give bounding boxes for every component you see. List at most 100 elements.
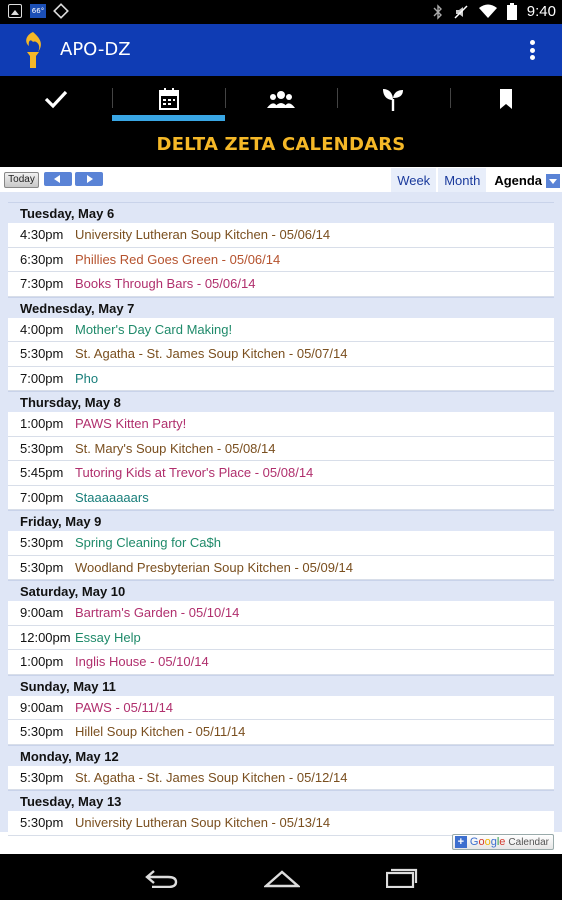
status-bar: 66° 9:40 (0, 0, 562, 24)
tab-bookmarks[interactable] (449, 76, 562, 121)
event-row[interactable]: 1:00pm PAWS Kitten Party! (8, 412, 554, 437)
home-icon[interactable] (264, 868, 300, 888)
event-time: 5:30pm (20, 815, 64, 831)
event-row[interactable]: 5:30pm Hillel Soup Kitchen - 05/11/14 (8, 720, 554, 745)
event-row[interactable]: 4:00pm Mother's Day Card Making! (8, 317, 554, 342)
event-row[interactable]: 12:00pm Essay Help (8, 625, 554, 650)
event-title[interactable]: Hillel Soup Kitchen - 05/11/14 (75, 724, 245, 739)
event-title[interactable]: St. Agatha - St. James Soup Kitchen - 05… (75, 346, 347, 361)
calendar-content: Today Week Month Agenda Tuesday, May 6 4:… (0, 167, 562, 854)
event-row[interactable]: 9:00am Bartram's Garden - 05/10/14 (8, 601, 554, 626)
tab-members[interactable] (224, 76, 337, 121)
sprout-icon (383, 88, 404, 111)
event-title[interactable]: Phillies Red Goes Green - 05/06/14 (75, 252, 280, 267)
bookmark-icon (499, 88, 512, 109)
event-title[interactable]: St. Mary's Soup Kitchen - 05/08/14 (75, 441, 275, 456)
weather-notification-icon: 66° (30, 4, 46, 18)
event-title[interactable]: Pho (75, 371, 98, 386)
event-title[interactable]: Essay Help (75, 630, 141, 645)
bluetooth-icon (433, 3, 442, 20)
tab-service[interactable] (337, 76, 449, 121)
agenda-inner: Tuesday, May 6 4:30pm University Lutheran … (8, 202, 554, 836)
tab-week[interactable]: Week (391, 168, 437, 192)
event-title[interactable]: University Lutheran Soup Kitchen - 05/06… (75, 227, 330, 242)
calendar-toolbar: Today Week Month Agenda (0, 167, 562, 192)
event-row[interactable]: 7:30pm Books Through Bars - 05/06/14 (8, 272, 554, 297)
event-row[interactable]: 5:30pm St. Agatha - St. James Soup Kitche… (8, 342, 554, 367)
mute-icon (454, 4, 468, 19)
event-time: 7:00pm (20, 370, 64, 386)
event-time: 4:30pm (20, 227, 64, 243)
event-row[interactable]: 5:30pm St. Mary's Soup Kitchen - 05/08/14 (8, 436, 554, 461)
day-header: Thursday, May 8 (8, 391, 554, 412)
event-title[interactable]: Inglis House - 05/10/14 (75, 654, 209, 669)
event-time: 5:30pm (20, 769, 64, 785)
tab-tasks[interactable] (0, 76, 112, 121)
event-row[interactable]: 9:00am PAWS - 05/11/14 (8, 695, 554, 720)
event-row[interactable]: 5:30pm Spring Cleaning for Ca$h (8, 531, 554, 556)
event-time: 9:00am (20, 699, 64, 715)
tab-agenda[interactable]: Agenda (488, 168, 562, 192)
previous-button[interactable] (44, 172, 72, 186)
navigation-bar (0, 854, 562, 900)
back-icon[interactable] (144, 868, 178, 888)
battery-icon (506, 3, 517, 20)
agenda-list: Tuesday, May 6 4:30pm University Lutheran … (0, 192, 562, 836)
event-title[interactable]: Mother's Day Card Making! (75, 322, 232, 337)
torch-logo-icon[interactable] (20, 30, 46, 70)
day-header: Sunday, May 11 (8, 674, 554, 696)
event-title[interactable]: Bartram's Garden - 05/10/14 (75, 605, 239, 620)
event-row[interactable]: 5:45pm Tutoring Kids at Trevor's Place - … (8, 461, 554, 486)
add-to-google-calendar-button[interactable]: + Google Calendar (451, 834, 554, 850)
app-notification-icon (53, 3, 69, 19)
event-row[interactable]: 4:30pm University Lutheran Soup Kitchen -… (8, 223, 554, 248)
event-row[interactable]: 5:30pm University Lutheran Soup Kitchen -… (8, 811, 554, 836)
day-header: Tuesday, May 13 (8, 790, 554, 811)
wifi-icon (478, 4, 497, 18)
tab-calendar[interactable] (112, 76, 226, 121)
event-time: 7:30pm (20, 276, 64, 292)
event-row[interactable]: 1:00pm Inglis House - 05/10/14 (8, 650, 554, 675)
event-title[interactable]: Books Through Bars - 05/06/14 (75, 276, 255, 291)
image-notification-icon (8, 4, 22, 18)
overflow-menu-icon[interactable] (530, 40, 536, 60)
event-row[interactable]: 7:00pm Staaaaaaars (8, 485, 554, 510)
event-title[interactable]: University Lutheran Soup Kitchen - 05/13… (75, 815, 330, 830)
event-title[interactable]: Tutoring Kids at Trevor's Place - 05/08/… (75, 465, 313, 480)
day-header: Saturday, May 10 (8, 580, 554, 601)
event-row[interactable]: 7:00pm Pho (8, 366, 554, 391)
event-time: 5:30pm (20, 346, 64, 362)
event-title[interactable]: PAWS - 05/11/14 (75, 700, 173, 715)
event-row[interactable]: 5:30pm Woodland Presbyterian Soup Kitchen… (8, 555, 554, 580)
event-time: 1:00pm (20, 416, 64, 432)
clock: 9:40 (526, 3, 556, 20)
tab-bar (0, 76, 562, 121)
event-title[interactable]: St. Agatha - St. James Soup Kitchen - 05… (75, 770, 347, 785)
plus-icon: + (454, 836, 467, 848)
recent-apps-icon[interactable] (386, 866, 418, 888)
today-button[interactable]: Today (4, 172, 39, 188)
event-time: 5:30pm (20, 724, 64, 740)
event-title[interactable]: Staaaaaaars (75, 490, 149, 505)
day-header: Tuesday, May 6 (8, 202, 554, 223)
tab-month[interactable]: Month (438, 168, 487, 192)
app-bar: APO-DZ (0, 24, 562, 76)
event-time: 5:45pm (20, 465, 64, 481)
event-time: 5:30pm (20, 440, 64, 456)
event-title[interactable]: PAWS Kitten Party! (75, 416, 186, 431)
next-button[interactable] (75, 172, 103, 186)
tab-agenda-label: Agenda (494, 173, 542, 188)
event-time: 5:30pm (20, 559, 64, 575)
event-time: 6:30pm (20, 251, 64, 267)
event-title[interactable]: Spring Cleaning for Ca$h (75, 535, 221, 550)
day-header: Wednesday, May 7 (8, 296, 554, 318)
event-time: 12:00pm (20, 629, 71, 645)
event-row[interactable]: 6:30pm Phillies Red Goes Green - 05/06/14 (8, 247, 554, 272)
event-row[interactable]: 5:30pm St. Agatha - St. James Soup Kitche… (8, 765, 554, 790)
view-tabs: Week Month Agenda (389, 168, 562, 192)
event-title[interactable]: Woodland Presbyterian Soup Kitchen - 05/… (75, 560, 353, 575)
dropdown-arrow-icon[interactable] (546, 173, 560, 188)
google-logo: Google (469, 836, 506, 848)
calendar-header: DELTA ZETA CALENDARS (0, 121, 562, 167)
event-time: 5:30pm (20, 535, 64, 551)
